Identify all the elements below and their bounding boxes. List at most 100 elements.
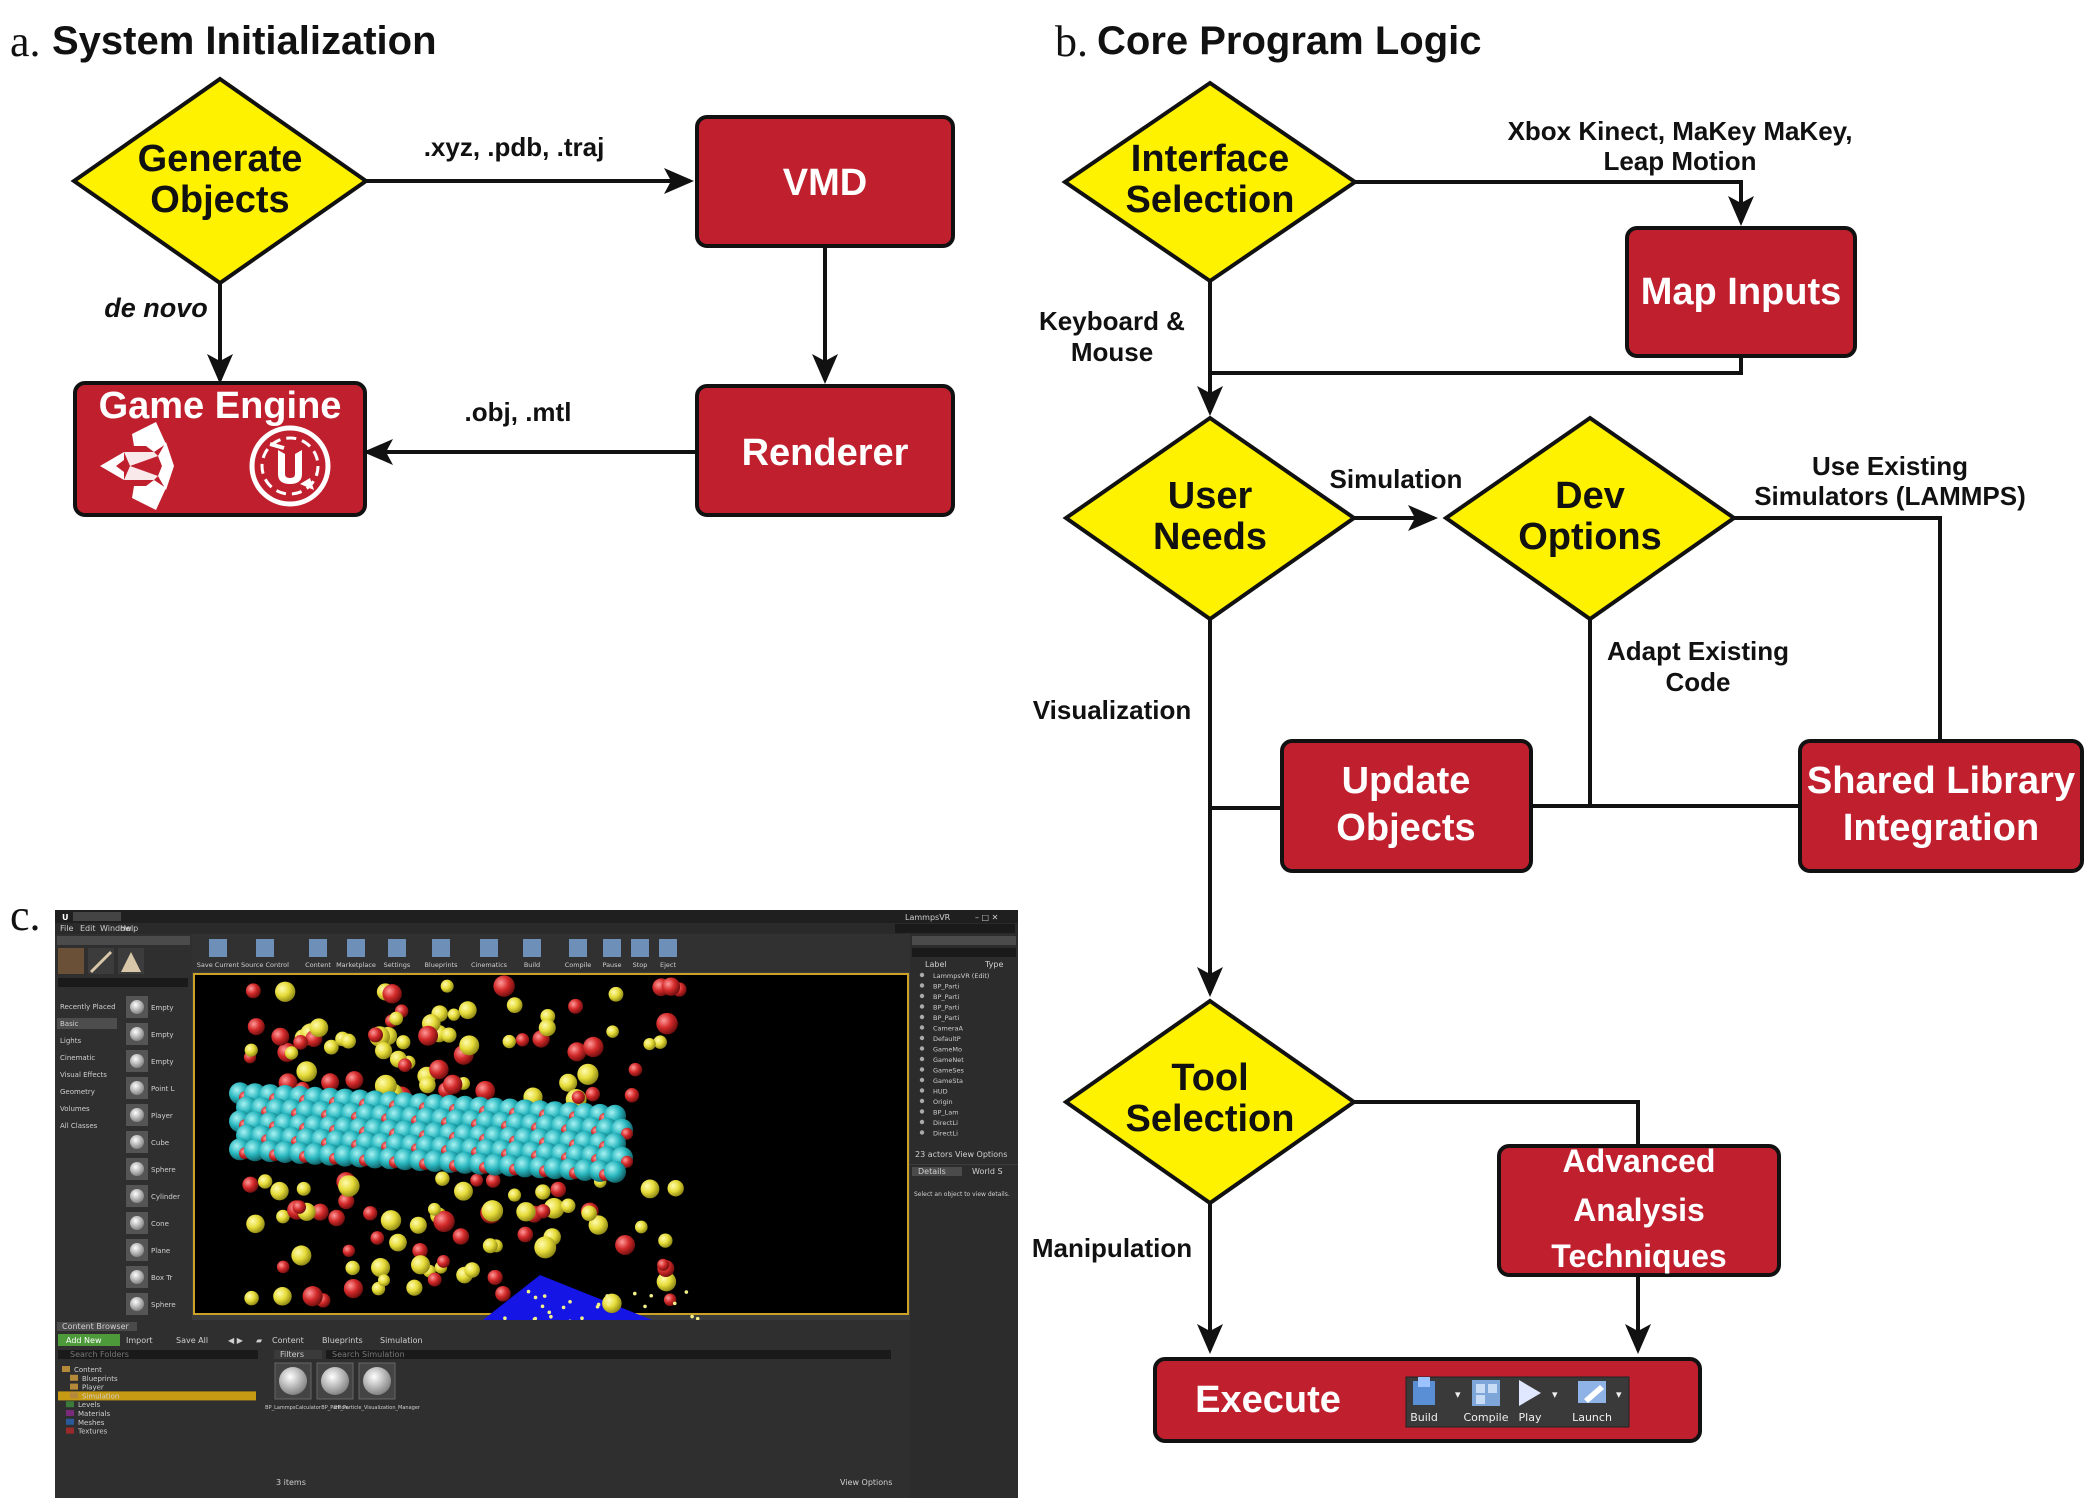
- search-classes-input[interactable]: [58, 978, 188, 987]
- play-dropdown-icon[interactable]: ▾: [1552, 1388, 1558, 1401]
- outliner-row[interactable]: GameSes: [933, 1067, 964, 1075]
- toolbar-button-icon[interactable]: [388, 939, 406, 957]
- place-category[interactable]: Visual Effects: [60, 1071, 107, 1079]
- tree-node[interactable]: Meshes: [78, 1419, 105, 1427]
- tree-node[interactable]: Content: [74, 1366, 102, 1374]
- toolbar-button-label[interactable]: Settings: [384, 961, 411, 969]
- visibility-eye-icon[interactable]: [919, 1098, 925, 1104]
- asset-label[interactable]: BP_LammpsCalculator: [265, 1405, 322, 1411]
- visibility-eye-icon[interactable]: [919, 1004, 925, 1009]
- nav-arrows-icon[interactable]: ◀ ▶: [228, 1336, 244, 1345]
- toolbar-button-icon[interactable]: [659, 939, 677, 957]
- visibility-eye-icon[interactable]: [919, 1130, 925, 1135]
- menu-item[interactable]: Help: [120, 924, 138, 933]
- tree-node[interactable]: Textures: [77, 1428, 108, 1436]
- place-item-label[interactable]: Sphere: [151, 1301, 176, 1309]
- visibility-eye-icon[interactable]: [919, 1119, 925, 1125]
- visibility-eye-icon[interactable]: [919, 993, 925, 999]
- toolbar-button-icon[interactable]: [432, 939, 450, 957]
- menu-item[interactable]: File: [60, 924, 73, 933]
- toolbar-button-icon[interactable]: [209, 939, 227, 957]
- place-category[interactable]: Basic: [60, 1020, 79, 1028]
- outliner-search-input[interactable]: [912, 948, 1016, 957]
- place-category[interactable]: All Classes: [60, 1122, 98, 1130]
- visibility-eye-icon[interactable]: [919, 1067, 925, 1072]
- tree-node[interactable]: Materials: [78, 1410, 110, 1418]
- toolbar-button-label[interactable]: Stop: [633, 961, 648, 969]
- place-item-label[interactable]: Cylinder: [151, 1193, 180, 1201]
- outliner-tab[interactable]: [912, 936, 1016, 945]
- outliner-row[interactable]: Origin: [933, 1098, 953, 1106]
- outliner-row[interactable]: DefaultP: [933, 1035, 961, 1043]
- outliner-row[interactable]: GameMo: [933, 1046, 962, 1054]
- save-all-button[interactable]: Save All: [176, 1336, 208, 1345]
- toolbar-button-label[interactable]: Cinematics: [471, 961, 508, 969]
- outliner-row[interactable]: GameNet: [933, 1056, 964, 1064]
- toolbar-button-icon[interactable]: [256, 939, 274, 957]
- place-mode-icon[interactable]: [58, 948, 84, 974]
- visibility-eye-icon[interactable]: [919, 1046, 925, 1051]
- search-simulation-input[interactable]: [326, 1350, 891, 1359]
- outliner-row[interactable]: BP_Parti: [933, 993, 959, 1001]
- place-item-label[interactable]: Cone: [151, 1220, 169, 1228]
- place-item-label[interactable]: Cube: [151, 1139, 169, 1147]
- outliner-row[interactable]: DirectLi: [933, 1130, 958, 1138]
- modes-tab[interactable]: [57, 936, 190, 945]
- outliner-row[interactable]: BP_Lam: [933, 1109, 959, 1117]
- outliner-row[interactable]: GameSta: [933, 1077, 963, 1085]
- import-button[interactable]: Import: [126, 1336, 153, 1345]
- toolbar-button-label[interactable]: Save Current: [197, 961, 240, 969]
- toolbar-button-label[interactable]: Build: [524, 961, 540, 969]
- asset-label[interactable]: BP_Particle_Visualization_Manager: [334, 1405, 421, 1411]
- visibility-eye-icon[interactable]: [919, 1088, 925, 1093]
- path-content[interactable]: Content: [272, 1336, 304, 1345]
- toolbar-button-icon[interactable]: [603, 939, 621, 957]
- outliner-row[interactable]: DirectLi: [933, 1119, 958, 1127]
- window-controls-icon[interactable]: – □ ✕: [975, 913, 998, 922]
- toolbar-button-label[interactable]: Pause: [602, 961, 621, 969]
- toolbar-button-label[interactable]: Source Control: [241, 961, 289, 969]
- visibility-eye-icon[interactable]: [919, 972, 925, 978]
- menu-item[interactable]: Edit: [80, 924, 96, 933]
- build-dropdown-icon[interactable]: ▾: [1455, 1388, 1461, 1401]
- toolbar-button-icon[interactable]: [523, 939, 541, 957]
- toolbar-button-icon[interactable]: [347, 939, 365, 957]
- outliner-row[interactable]: BP_Parti: [933, 1004, 959, 1012]
- place-category[interactable]: Volumes: [60, 1105, 90, 1113]
- path-simulation[interactable]: Simulation: [380, 1336, 423, 1345]
- tree-node[interactable]: Player: [82, 1384, 104, 1392]
- toolbar-button-label[interactable]: Compile: [565, 961, 592, 969]
- place-item-label[interactable]: Box Tr: [151, 1274, 172, 1282]
- visibility-eye-icon[interactable]: [919, 1056, 925, 1062]
- place-item-label[interactable]: Empty: [151, 1031, 174, 1039]
- outliner-view-options[interactable]: View Options: [955, 1150, 1007, 1159]
- place-item-label[interactable]: Empty: [151, 1004, 174, 1012]
- toolbar-button-label[interactable]: Blueprints: [424, 961, 458, 969]
- toolbar-button-icon[interactable]: [480, 939, 498, 957]
- world-settings-tab-label[interactable]: World S: [972, 1167, 1003, 1176]
- outliner-row[interactable]: HUD: [933, 1088, 948, 1096]
- place-category[interactable]: Geometry: [60, 1088, 95, 1096]
- place-category[interactable]: Lights: [60, 1037, 81, 1045]
- toolbar-button-label[interactable]: Marketplace: [336, 961, 376, 969]
- tree-node[interactable]: Levels: [78, 1401, 100, 1409]
- visibility-eye-icon[interactable]: [919, 1025, 925, 1030]
- path-blueprints[interactable]: Blueprints: [322, 1336, 363, 1345]
- editor-tab[interactable]: [73, 912, 121, 921]
- place-item-label[interactable]: Player: [151, 1112, 173, 1120]
- visibility-eye-icon[interactable]: [919, 1077, 925, 1083]
- tree-node[interactable]: Blueprints: [82, 1375, 118, 1383]
- visibility-eye-icon[interactable]: [919, 1035, 925, 1041]
- place-item-label[interactable]: Point L: [151, 1085, 175, 1093]
- place-item-label[interactable]: Empty: [151, 1058, 174, 1066]
- search-help-input[interactable]: [895, 924, 1015, 933]
- place-category[interactable]: Cinematic: [60, 1054, 95, 1062]
- place-category[interactable]: Recently Placed: [60, 1003, 116, 1011]
- outliner-row[interactable]: LammpsVR (Edit): [933, 972, 989, 980]
- toolbar-button-icon[interactable]: [569, 939, 587, 957]
- toolbar-button-label[interactable]: Eject: [660, 961, 676, 969]
- visibility-eye-icon[interactable]: [919, 1109, 925, 1114]
- toolbar-button-icon[interactable]: [309, 939, 327, 957]
- visibility-eye-icon[interactable]: [919, 983, 925, 988]
- toolbar-button-label[interactable]: Content: [305, 961, 331, 969]
